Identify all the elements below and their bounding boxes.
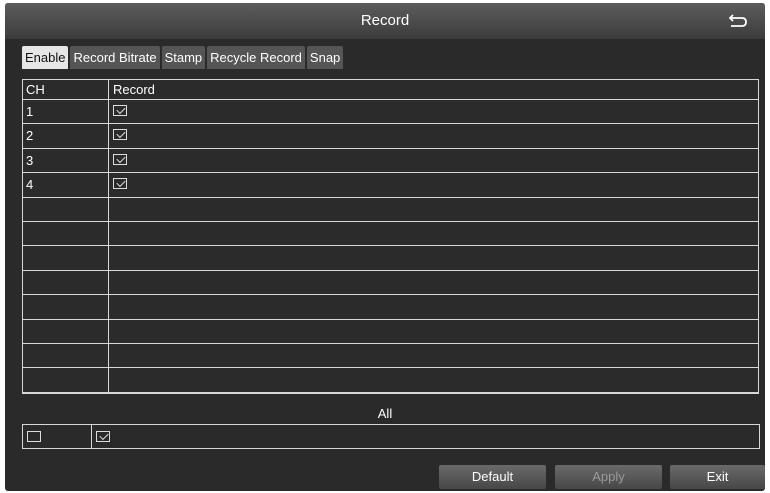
title-bar: Record	[5, 3, 765, 39]
channel-number: 3	[26, 152, 34, 168]
table-row	[23, 271, 758, 296]
table-row: 2	[23, 124, 758, 149]
exit-button[interactable]: Exit	[670, 465, 765, 489]
table-row: 4	[23, 173, 758, 198]
record-table: CH Record 1 2 3 4	[22, 79, 759, 394]
table-row	[23, 344, 758, 369]
record-checkbox-cell	[113, 128, 127, 143]
table-row	[23, 320, 758, 344]
record-checkbox[interactable]	[113, 153, 127, 165]
record-checkbox-cell	[113, 177, 127, 192]
tab-stamp[interactable]: Stamp	[161, 46, 206, 69]
table-header-row: CH Record	[23, 80, 758, 100]
record-checkbox[interactable]	[113, 129, 127, 141]
table-row	[23, 246, 758, 271]
record-checkbox[interactable]	[113, 178, 127, 190]
ch-header: CH	[26, 82, 45, 97]
table-row	[23, 198, 758, 222]
all-divider	[91, 425, 92, 448]
table-row: 3	[23, 149, 758, 174]
window-title: Record	[360, 12, 410, 29]
table-row	[23, 295, 758, 320]
all-ch-checkbox[interactable]	[27, 431, 41, 442]
table-row	[23, 222, 758, 247]
table-row	[23, 368, 758, 393]
channel-number: 4	[26, 177, 34, 193]
table-row: 1	[23, 100, 758, 125]
tab-recycle-record[interactable]: Recycle Record	[207, 46, 305, 69]
all-record-checkbox[interactable]	[96, 431, 110, 442]
record-checkbox-cell	[113, 153, 127, 168]
record-header: Record	[113, 82, 155, 97]
tab-bar: Enable Record Bitrate Stamp Recycle Reco…	[22, 46, 345, 69]
tab-record-bitrate[interactable]: Record Bitrate	[70, 46, 160, 69]
record-checkbox[interactable]	[113, 105, 127, 116]
record-window: Record Enable Record Bitrate Stamp Recyc…	[5, 3, 765, 491]
tab-snap[interactable]: Snap	[306, 46, 344, 69]
all-row	[22, 424, 760, 449]
record-checkbox-cell	[113, 104, 127, 119]
tab-enable[interactable]: Enable	[22, 46, 69, 69]
channel-number: 2	[26, 128, 34, 144]
all-label: All	[377, 406, 393, 421]
channel-number: 1	[26, 104, 34, 119]
default-button[interactable]: Default	[439, 465, 546, 489]
back-arrow-icon[interactable]	[727, 11, 749, 31]
apply-button[interactable]: Apply	[555, 465, 662, 489]
